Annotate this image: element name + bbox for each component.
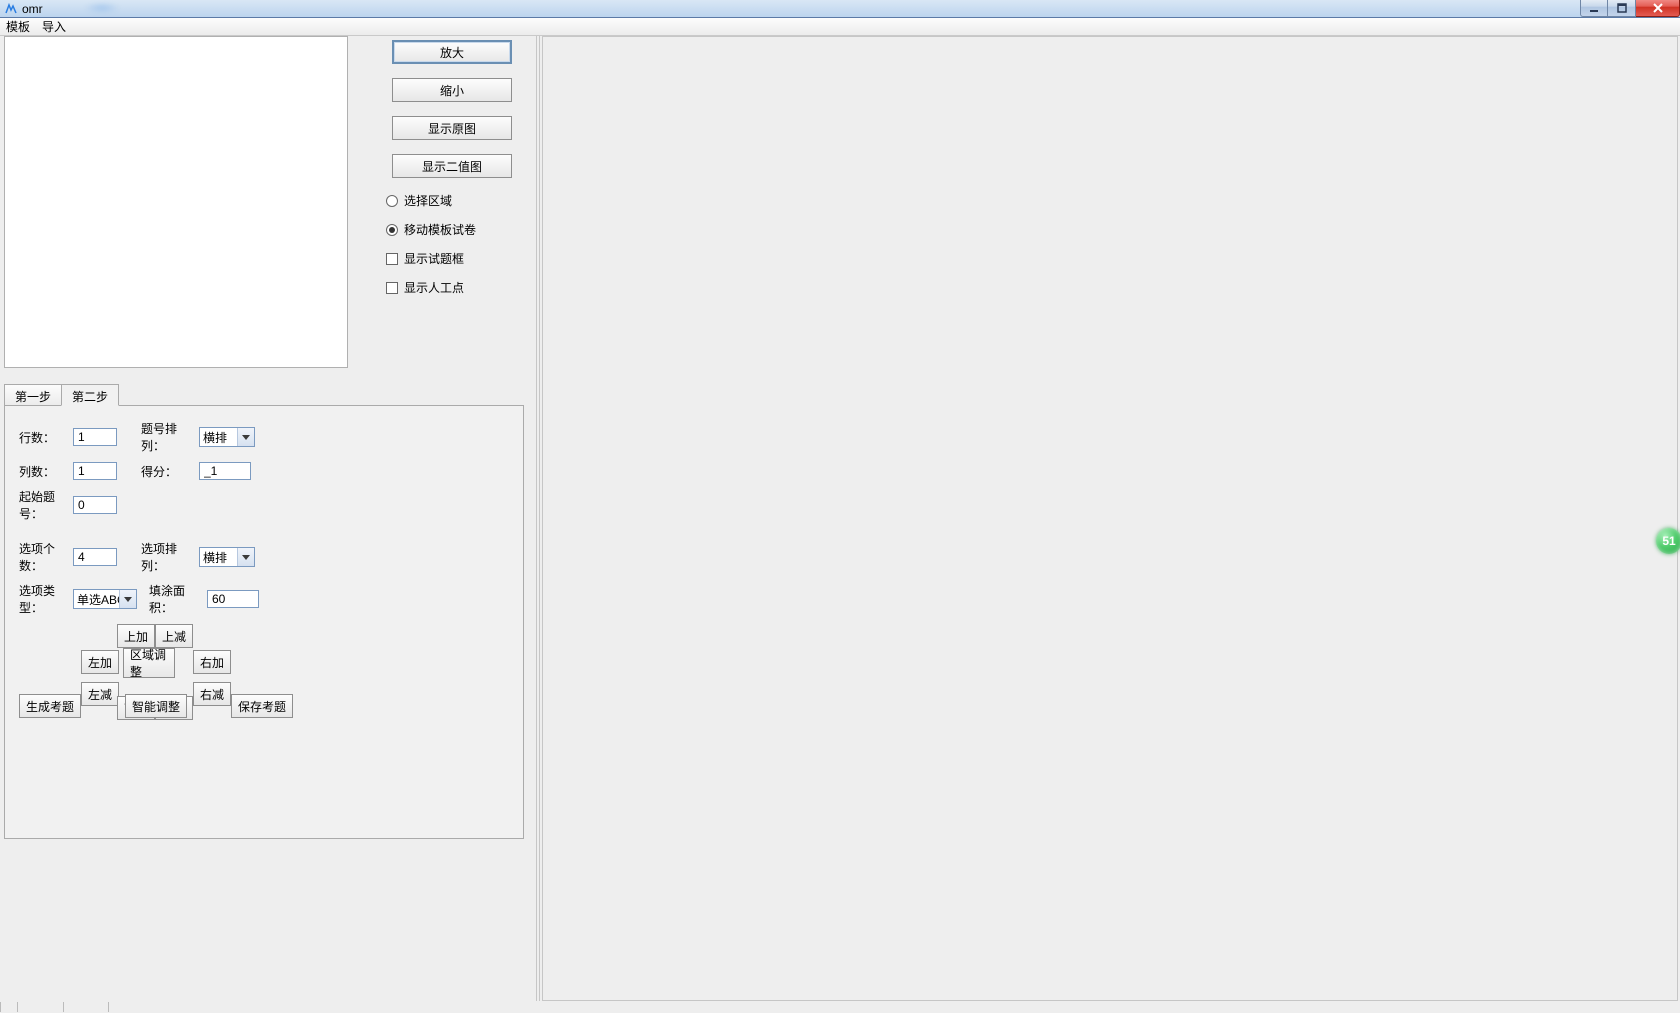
score-input[interactable]	[199, 462, 251, 480]
chevron-down-icon	[237, 428, 254, 446]
radio-move-template-label: 移动模板试卷	[404, 221, 476, 238]
save-questions-button[interactable]: 保存考题	[231, 694, 293, 718]
workspace: 放大 缩小 显示原图 显示二值图 选择区域 移动模板试卷 显示试题框 显示人工点…	[0, 36, 1680, 1001]
option-count-label: 选项个数：	[19, 540, 73, 574]
question-order-combo[interactable]: 横排	[199, 427, 255, 447]
tab-body-step2: 行数： 题号排列： 横排 列数： 得分： 起始题号： 选项个数：	[4, 405, 524, 839]
adjust-left-add-button[interactable]: 左加	[81, 650, 119, 674]
generate-questions-button[interactable]: 生成考题	[19, 694, 81, 718]
action-row: 生成考题 智能调整 保存考题	[19, 694, 293, 718]
fill-area-input[interactable]	[207, 590, 259, 608]
option-type-label: 选项类型：	[19, 582, 73, 616]
fill-area-label: 填涂面积：	[149, 582, 207, 616]
title-smudge	[84, 2, 120, 14]
smart-adjust-button[interactable]: 智能调整	[125, 694, 187, 718]
vertical-splitter[interactable]	[536, 36, 540, 1001]
menu-template[interactable]: 模板	[6, 18, 30, 35]
adjust-top-add-button[interactable]: 上加	[117, 624, 155, 648]
adjust-center-button[interactable]: 区域调整	[123, 648, 175, 678]
score-label: 得分：	[141, 463, 199, 480]
tab-strip: 第一步 第二步	[4, 384, 524, 406]
radio-select-area-label: 选择区域	[404, 192, 452, 209]
zoom-out-label: 缩小	[440, 82, 464, 99]
radio-move-template[interactable]	[386, 224, 398, 236]
cols-label: 列数：	[19, 463, 73, 480]
question-order-value: 横排	[203, 429, 227, 446]
rows-input[interactable]	[73, 428, 117, 446]
menu-import[interactable]: 导入	[42, 18, 66, 35]
app-icon	[4, 2, 18, 16]
option-order-label: 选项排列：	[141, 540, 199, 574]
show-binary-label: 显示二值图	[422, 158, 482, 175]
show-original-button[interactable]: 显示原图	[392, 116, 512, 140]
rows-label: 行数：	[19, 429, 73, 446]
minimize-button[interactable]	[1580, 0, 1608, 17]
window-controls	[1580, 0, 1680, 17]
option-count-input[interactable]	[73, 548, 117, 566]
adjust-right-add-button[interactable]: 右加	[193, 650, 231, 674]
main-canvas-area[interactable]	[542, 36, 1678, 1001]
start-question-label: 起始题号：	[19, 488, 73, 522]
close-button[interactable]	[1636, 0, 1680, 17]
maximize-icon	[1617, 3, 1627, 13]
radio-select-area-row[interactable]: 选择区域	[386, 192, 522, 209]
chevron-down-icon	[237, 548, 254, 566]
maximize-button[interactable]	[1608, 0, 1636, 17]
menu-bar: 模板 导入	[0, 18, 1680, 36]
radio-move-template-row[interactable]: 移动模板试卷	[386, 221, 522, 238]
checkbox-show-manual-points[interactable]	[386, 282, 398, 294]
floating-badge-value: 51	[1662, 534, 1675, 548]
start-question-input[interactable]	[73, 496, 117, 514]
cols-input[interactable]	[73, 462, 117, 480]
checkbox-show-question-box-row[interactable]: 显示试题框	[386, 250, 522, 267]
tool-column: 放大 缩小 显示原图 显示二值图 选择区域 移动模板试卷 显示试题框 显示人工点	[382, 36, 522, 308]
preview-thumbnail-area	[4, 36, 348, 368]
option-order-combo[interactable]: 横排	[199, 547, 255, 567]
window-titlebar: omr	[0, 0, 1680, 18]
question-order-label: 题号排列：	[141, 420, 199, 454]
show-original-label: 显示原图	[428, 120, 476, 137]
option-order-value: 横排	[203, 549, 227, 566]
radio-select-area[interactable]	[386, 195, 398, 207]
tab-step2[interactable]: 第二步	[61, 384, 119, 406]
minimize-icon	[1589, 3, 1599, 13]
checkbox-show-manual-points-label: 显示人工点	[404, 279, 464, 296]
zoom-in-button[interactable]: 放大	[392, 40, 512, 64]
zoom-out-button[interactable]: 缩小	[392, 78, 512, 102]
checkbox-show-manual-points-row[interactable]: 显示人工点	[386, 279, 522, 296]
window-title: omr	[22, 2, 43, 16]
step-tab-panel: 第一步 第二步 行数： 题号排列： 横排 列数： 得分： 起始题号：	[4, 384, 524, 840]
show-binary-button[interactable]: 显示二值图	[392, 154, 512, 178]
option-type-combo[interactable]: 单选ABC	[73, 589, 137, 609]
zoom-in-label: 放大	[440, 44, 464, 61]
checkbox-show-question-box-label: 显示试题框	[404, 250, 464, 267]
tab-step1[interactable]: 第一步	[4, 384, 62, 406]
close-icon	[1652, 3, 1664, 13]
chevron-down-icon	[119, 590, 136, 608]
status-bar	[0, 1001, 1680, 1013]
floating-badge[interactable]: 51	[1656, 528, 1680, 554]
checkbox-show-question-box[interactable]	[386, 253, 398, 265]
adjust-top-sub-button[interactable]: 上减	[155, 624, 193, 648]
